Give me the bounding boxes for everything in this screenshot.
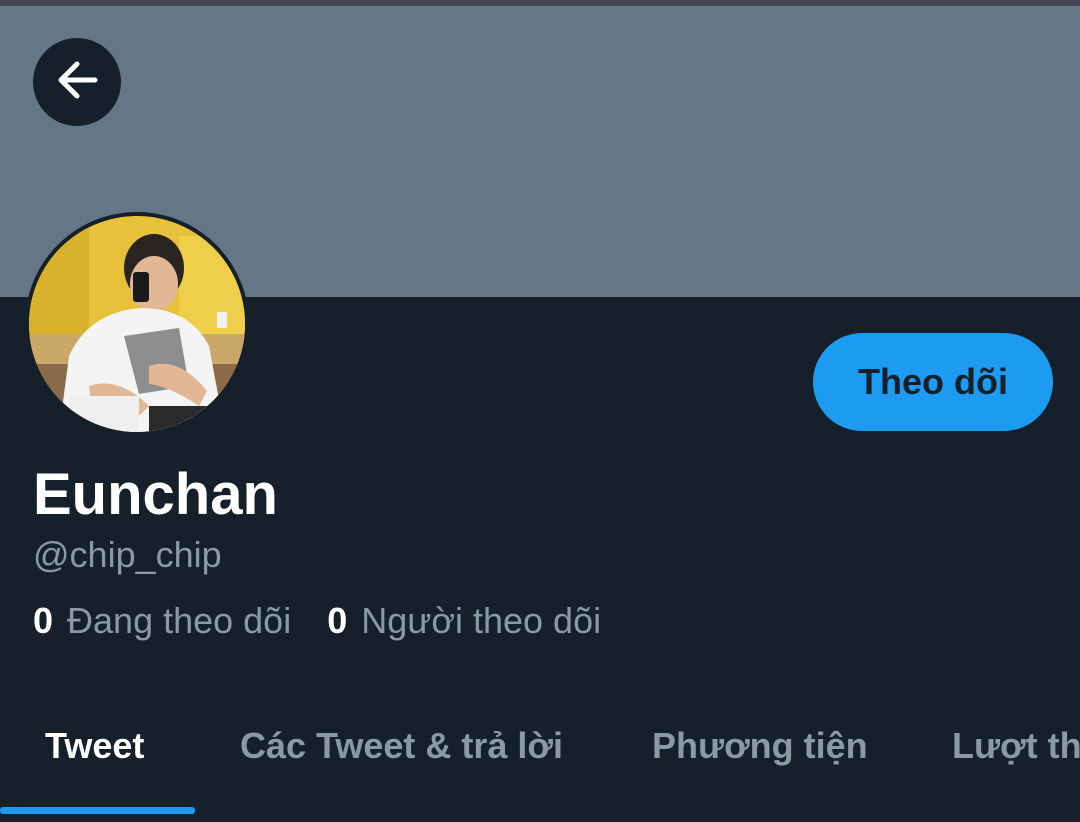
follow-button[interactable]: Theo dõi [813, 333, 1053, 431]
tab-likes[interactable]: Lượt thích [952, 694, 1080, 798]
followers-label: Người theo dõi [361, 600, 602, 641]
profile-tabs: Tweet Các Tweet & trả lời Phương tiện Lư… [0, 694, 1080, 822]
followers-stat[interactable]: 0 Người theo dõi [327, 599, 601, 643]
follow-stats: 0 Đang theo dõi 0 Người theo dõi [33, 599, 601, 643]
tab-tweets-and-replies[interactable]: Các Tweet & trả lời [240, 694, 563, 798]
avatar[interactable] [25, 212, 249, 436]
tab-media[interactable]: Phương tiện [652, 694, 868, 798]
back-button[interactable] [33, 38, 121, 126]
profile-display-name: Eunchan [33, 462, 278, 527]
following-label: Đang theo dõi [67, 600, 292, 641]
followers-count: 0 [327, 600, 348, 641]
following-count: 0 [33, 600, 54, 641]
following-stat[interactable]: 0 Đang theo dõi [33, 599, 291, 643]
tab-tweets[interactable]: Tweet [45, 694, 144, 798]
arrow-left-icon [53, 56, 101, 109]
avatar-photo [29, 216, 245, 432]
profile-handle: @chip_chip [33, 534, 222, 575]
active-tab-indicator [0, 807, 195, 814]
